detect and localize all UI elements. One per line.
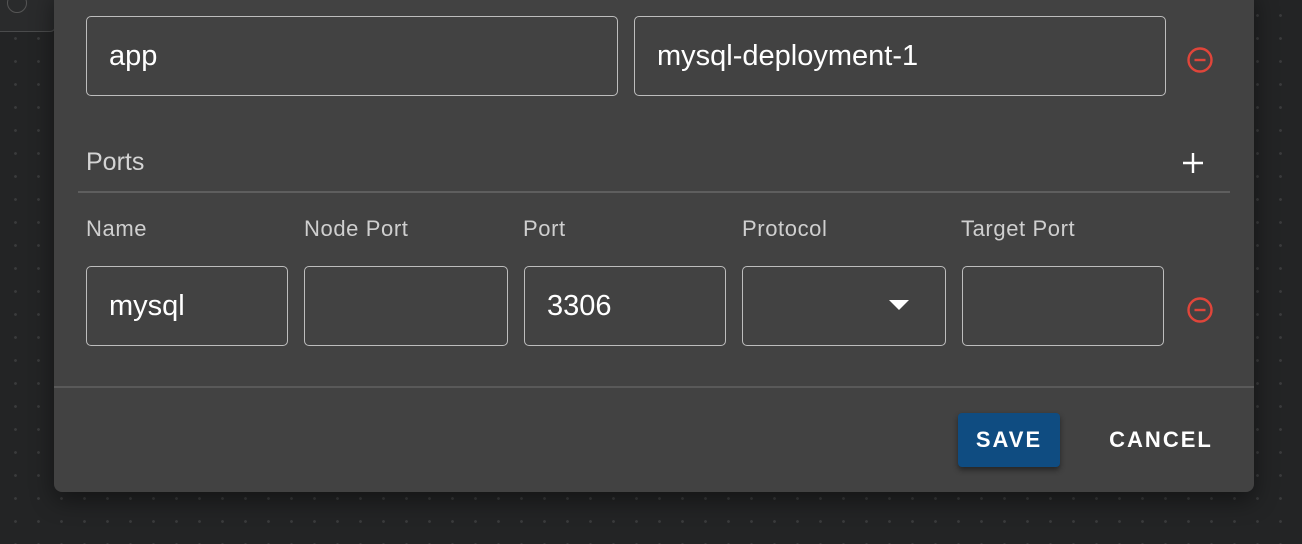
plus-icon[interactable] <box>1180 150 1206 176</box>
label-key-value: app <box>109 39 158 72</box>
port-value: 3306 <box>547 289 612 322</box>
footer-divider <box>54 386 1254 388</box>
ports-section-title: Ports <box>86 148 145 176</box>
port-name-value: mysql <box>109 289 185 322</box>
label-value-value: mysql-deployment-1 <box>657 39 919 72</box>
column-label-node-port: Node Port <box>304 216 409 241</box>
ports-divider <box>78 191 1230 193</box>
background-node <box>0 0 56 32</box>
protocol-select[interactable] <box>742 266 946 346</box>
edit-service-dialog: app mysql-deployment-1 Ports Name Node P… <box>54 0 1254 492</box>
node-port-input[interactable] <box>304 266 508 346</box>
dropdown-arrow-icon <box>889 300 909 310</box>
cancel-button[interactable]: CANCEL <box>1098 413 1224 467</box>
column-label-name: Name <box>86 216 148 241</box>
port-name-input[interactable]: mysql <box>86 266 288 346</box>
remove-circle-icon[interactable] <box>1186 46 1214 74</box>
node-handle <box>7 0 27 13</box>
column-label-target-port: Target Port <box>961 216 1076 241</box>
column-label-port: Port <box>523 216 566 241</box>
port-input[interactable]: 3306 <box>524 266 726 346</box>
column-label-protocol: Protocol <box>742 216 828 241</box>
remove-circle-icon[interactable] <box>1186 296 1214 324</box>
save-button[interactable]: SAVE <box>958 413 1060 467</box>
target-port-input[interactable] <box>962 266 1164 346</box>
label-key-input[interactable]: app <box>86 16 618 96</box>
label-value-input[interactable]: mysql-deployment-1 <box>634 16 1166 96</box>
